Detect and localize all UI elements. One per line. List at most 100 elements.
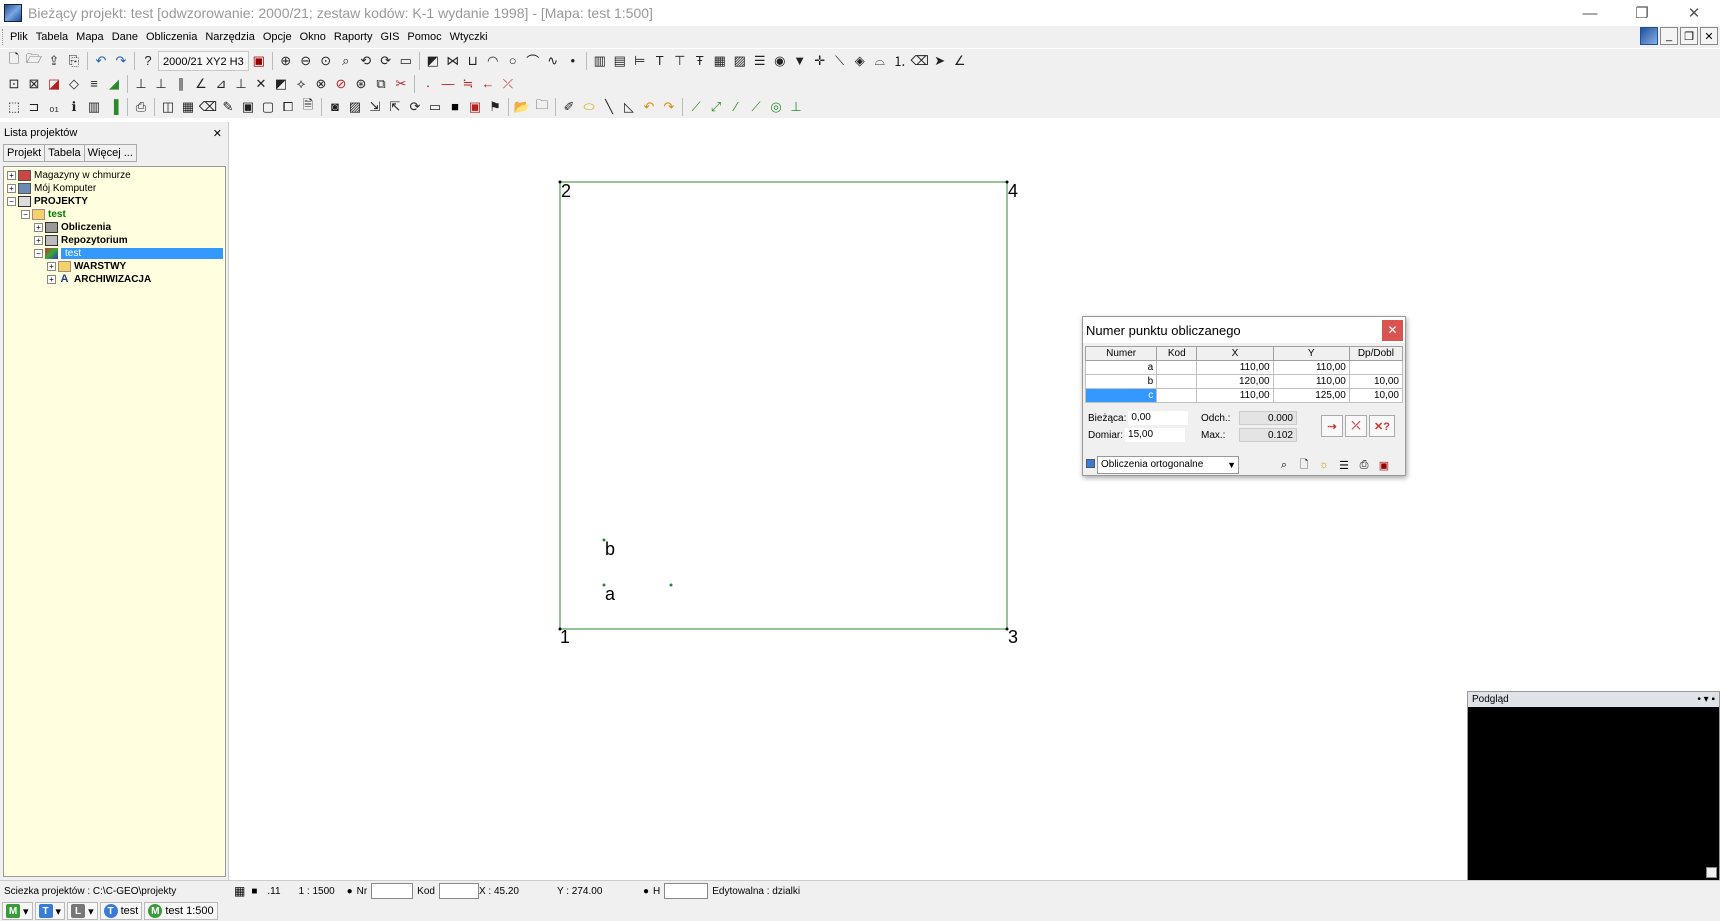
mdi-close-button[interactable]: ✕ xyxy=(1700,27,1718,45)
intersection-icon[interactable]: ✕ xyxy=(251,74,271,94)
polygon-icon[interactable]: ⋈ xyxy=(443,51,463,71)
cell-y[interactable]: 110,00 xyxy=(1272,360,1350,375)
frame-icon[interactable]: ▢ xyxy=(258,97,278,117)
color-fill-icon[interactable]: ◢ xyxy=(104,74,124,94)
tab-tabela[interactable]: Tabela xyxy=(44,144,85,162)
point-c[interactable] xyxy=(669,583,673,587)
tree-item-warstwy[interactable]: + WARSTWY xyxy=(4,260,225,273)
cell-y[interactable]: 125,00 xyxy=(1272,388,1350,403)
gallery-icon[interactable]: ▨ xyxy=(345,97,365,117)
cell-x[interactable]: 110,00 xyxy=(1196,388,1274,403)
angle-icon[interactable]: ∠ xyxy=(950,51,970,71)
point-icon[interactable]: • xyxy=(563,51,583,71)
bisector-icon[interactable]: ⊿ xyxy=(211,74,231,94)
expand-icon[interactable]: + xyxy=(34,223,43,232)
filter-icon[interactable]: ▼ xyxy=(790,51,810,71)
camera-icon[interactable]: ◙ xyxy=(325,97,345,117)
resize-grip-icon[interactable] xyxy=(1706,867,1717,878)
divide-line-icon[interactable]: ≒ xyxy=(458,74,478,94)
cell-x[interactable]: 110,00 xyxy=(1196,360,1274,375)
map-scale[interactable]: 1 : 1500 xyxy=(299,886,343,897)
cell-kod[interactable] xyxy=(1156,360,1198,375)
arc-measure-icon[interactable]: ⌓ xyxy=(870,51,890,71)
menu-opcje[interactable]: Opcje xyxy=(259,26,296,48)
diamond-icon[interactable]: ◈ xyxy=(850,51,870,71)
snap-mid-icon[interactable]: ⟋ xyxy=(746,97,766,117)
eraser-icon[interactable]: ⌫ xyxy=(910,51,930,71)
delete-object-icon[interactable]: ⊘ xyxy=(331,74,351,94)
menu-gis[interactable]: GIS xyxy=(376,26,403,48)
biezaca-input[interactable]: 0,00 xyxy=(1128,411,1189,425)
zoom-in-icon[interactable]: ⊕ xyxy=(276,51,296,71)
cell-kod[interactable] xyxy=(1156,374,1198,389)
report-icon[interactable]: ☰ xyxy=(1335,456,1353,474)
close-button[interactable]: ✕ xyxy=(1668,0,1720,26)
transform-icon[interactable]: ⊗ xyxy=(311,74,331,94)
list-menu-button[interactable]: L ▾ xyxy=(67,902,98,920)
tree-item-repozytorium[interactable]: + Repozytorium xyxy=(4,234,225,247)
snap-center-icon[interactable]: ◎ xyxy=(766,97,786,117)
point-on-line-icon[interactable]: ⸳ xyxy=(418,74,438,94)
cell-numer[interactable]: b xyxy=(1084,374,1158,389)
curve-icon[interactable]: ⌒ xyxy=(523,51,543,71)
expand-icon[interactable]: + xyxy=(47,275,56,284)
black-square-icon[interactable]: ■ xyxy=(445,97,465,117)
coord-system-button[interactable]: 2000/21 XY2 H3 xyxy=(158,50,249,71)
menu-obliczenia[interactable]: Obliczenia xyxy=(142,26,201,48)
numbering-icon[interactable]: ⒈ xyxy=(890,51,910,71)
highlight-icon[interactable]: ⬭ xyxy=(579,97,599,117)
h-input[interactable] xyxy=(664,883,709,899)
tools-icon[interactable]: ✎ xyxy=(218,97,238,117)
collapse-icon[interactable]: − xyxy=(7,197,16,206)
delete-point-button[interactable]: ⤫ xyxy=(1345,415,1367,437)
edit-line-icon[interactable]: ⊠ xyxy=(24,74,44,94)
menu-narzedzia[interactable]: Narzędzia xyxy=(201,26,259,48)
edit-point-icon[interactable]: ⊡ xyxy=(4,74,24,94)
parcel-icon[interactable]: ◩ xyxy=(423,51,443,71)
domiar-input[interactable]: 15,00 xyxy=(1125,428,1186,442)
export-icon[interactable]: ⇱ xyxy=(385,97,405,117)
folder-icon[interactable]: ▭ xyxy=(425,97,445,117)
statistics-icon[interactable]: ▐ xyxy=(104,97,124,117)
numbering2-icon[interactable]: ₀₁ xyxy=(44,97,64,117)
table-row-selected[interactable]: c 110,00 125,00 10,00 xyxy=(1084,388,1404,403)
menu-pomoc[interactable]: Pomoc xyxy=(403,26,445,48)
midpoint-icon[interactable]: — xyxy=(438,74,458,94)
print-icon[interactable]: ⎙ xyxy=(131,97,151,117)
mdi-restore-button[interactable]: ❐ xyxy=(1680,27,1698,45)
list-icon[interactable]: ☰ xyxy=(750,51,770,71)
cell-dp[interactable]: 10,00 xyxy=(1348,388,1404,403)
dimension-icon[interactable]: ⊨ xyxy=(630,51,650,71)
doc-icon[interactable]: 🗎 xyxy=(298,97,318,117)
expand-icon[interactable]: + xyxy=(34,236,43,245)
image-icon[interactable]: ▨ xyxy=(730,51,750,71)
snap-point-icon[interactable]: ⤢ xyxy=(706,97,726,117)
spline-icon[interactable]: ∿ xyxy=(543,51,563,71)
polyline-icon[interactable]: ⊔ xyxy=(463,51,483,71)
text-icon[interactable]: T xyxy=(650,51,670,71)
cell-dp[interactable]: 10,00 xyxy=(1348,374,1404,389)
preview-controls[interactable]: • ▾ ▪ xyxy=(1697,692,1715,707)
redo-icon[interactable]: ↷ xyxy=(111,51,131,71)
info-icon[interactable]: ℹ xyxy=(64,97,84,117)
redo2-icon[interactable]: ↷ xyxy=(659,97,679,117)
layers-icon[interactable]: ◇ xyxy=(64,74,84,94)
bracket-icon[interactable]: ⊐ xyxy=(24,97,44,117)
column-header-kod[interactable]: Kod xyxy=(1156,346,1198,361)
collapse-icon[interactable]: − xyxy=(21,210,30,219)
menu-mapa[interactable]: Mapa xyxy=(72,26,108,48)
column-header-x[interactable]: X xyxy=(1196,346,1274,361)
kod-input[interactable] xyxy=(438,883,479,899)
note-icon[interactable]: ▦ xyxy=(710,51,730,71)
text-style-icon[interactable]: Ŧ xyxy=(690,51,710,71)
refresh-icon[interactable]: ⟳ xyxy=(405,97,425,117)
rotate-icon[interactable]: ⟡ xyxy=(291,74,311,94)
redraw-icon[interactable]: ⟳ xyxy=(376,51,396,71)
cut-icon[interactable]: ✂ xyxy=(391,74,411,94)
map-window-icon[interactable] xyxy=(1640,27,1658,45)
move-icon[interactable]: ⊛ xyxy=(351,74,371,94)
tree-item-project-test[interactable]: − test xyxy=(4,208,225,221)
offset-icon[interactable]: ⊥ xyxy=(231,74,251,94)
grid-icon[interactable]: ▦ xyxy=(234,884,245,898)
arc-icon[interactable]: ◠ xyxy=(483,51,503,71)
